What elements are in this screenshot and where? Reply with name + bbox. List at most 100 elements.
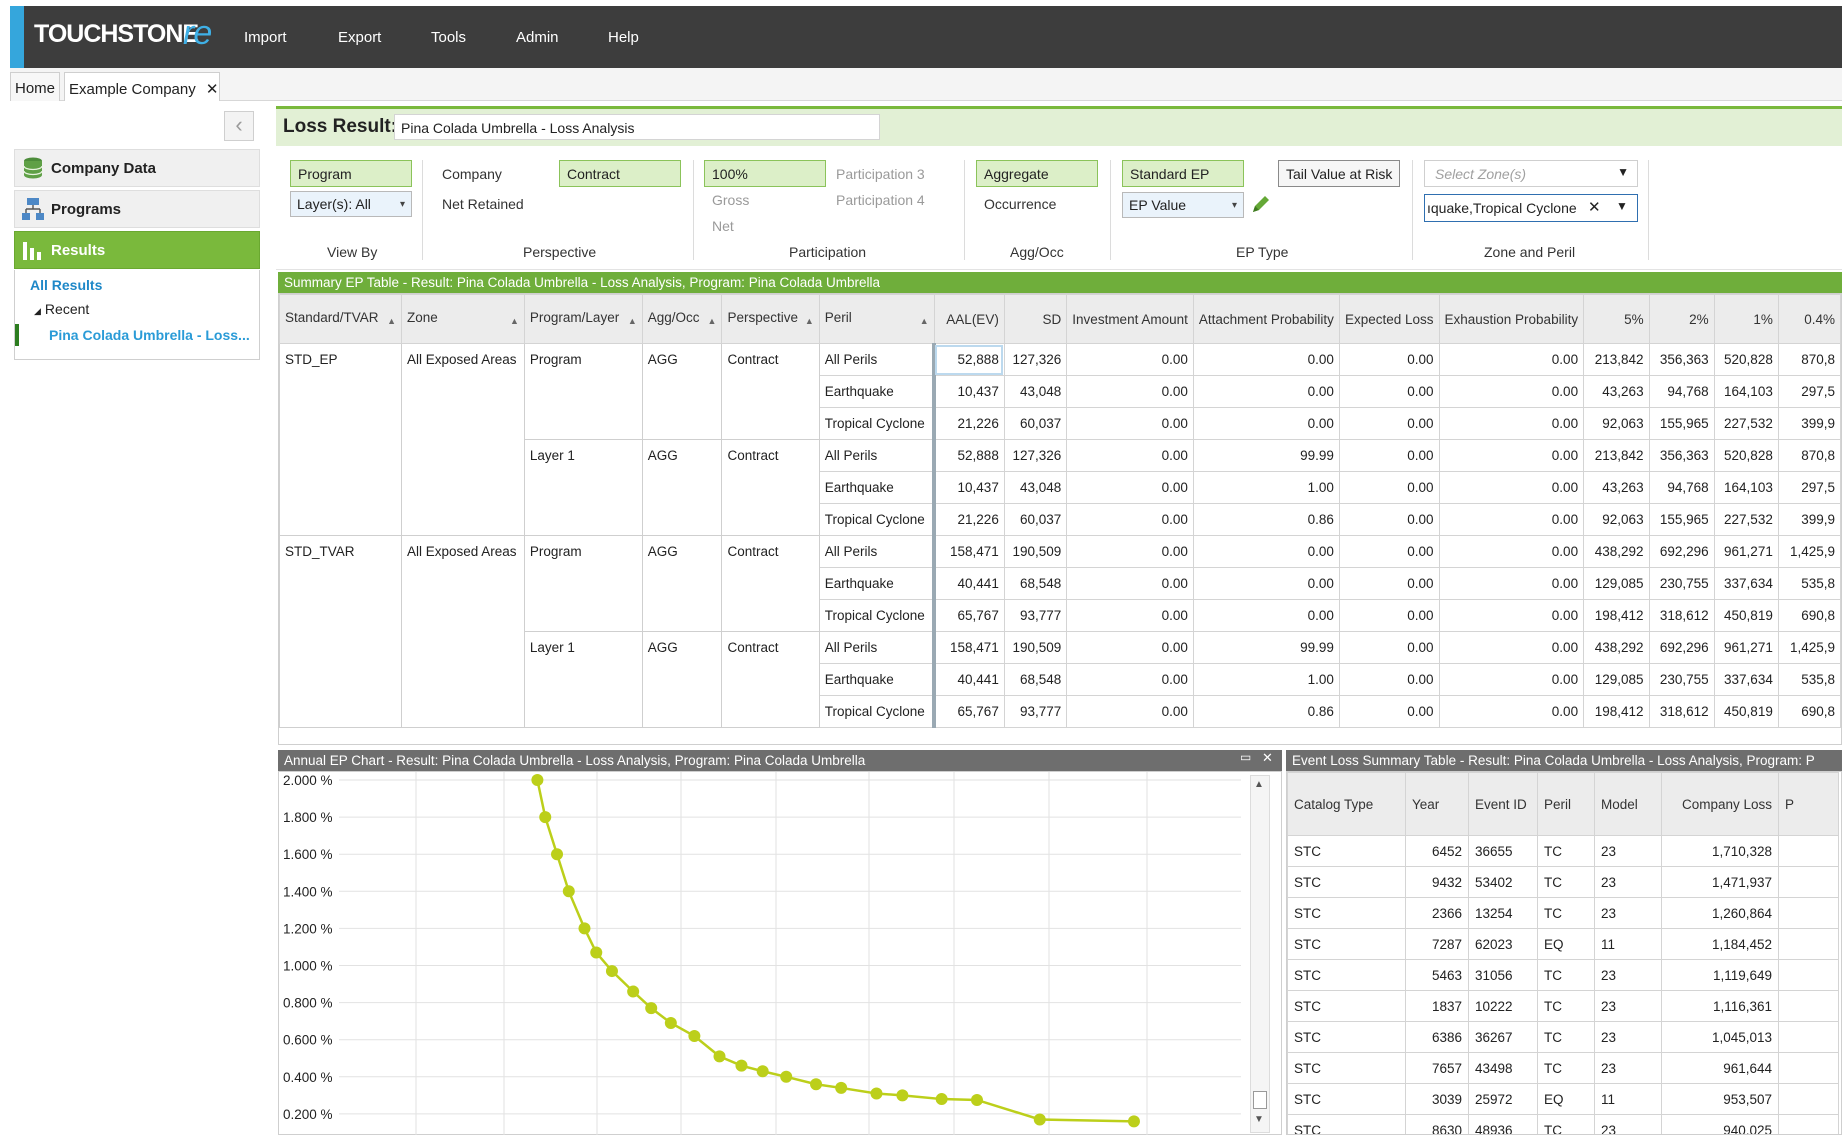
column-header[interactable]: Perspective ▲ <box>721 294 820 344</box>
occurrence-option[interactable]: Occurrence <box>984 196 1056 212</box>
menu-help[interactable]: Help <box>608 29 639 46</box>
sort-arrow-icon[interactable]: ▲ <box>510 313 519 330</box>
column-header[interactable]: Model <box>1594 772 1662 836</box>
table-row[interactable]: STD_EP All Exposed Areas Program AGG Contrac… <box>279 343 1841 536</box>
view-by-program-button[interactable]: Program <box>290 160 412 187</box>
value-cell: 230,755 <box>1648 567 1715 600</box>
table-row[interactable]: STC 9432 53402 TC 23 1,471,937 <box>1287 866 1839 898</box>
table-row[interactable]: STC 1837 10222 TC 23 1,116,361 <box>1287 990 1839 1022</box>
perspective-company-option[interactable]: Company <box>442 166 502 182</box>
sidebar-item-results[interactable]: Results <box>14 231 260 269</box>
table-row[interactable]: STC 6386 36267 TC 23 1,045,013 <box>1287 1021 1839 1053</box>
peril-select[interactable]: ıquake,Tropical Cyclone <box>1424 194 1638 222</box>
close-icon[interactable]: ✕ <box>1262 750 1273 766</box>
sidebar-item-programs[interactable]: Programs <box>14 190 260 228</box>
group-label-agg-occ: Agg/Occ <box>1010 244 1064 260</box>
tail-value-at-risk-button[interactable]: Tail Value at Risk <box>1278 160 1400 187</box>
column-header[interactable]: 5% <box>1583 294 1650 344</box>
column-header[interactable]: SD <box>1003 294 1068 344</box>
table-row[interactable]: STC 7657 43498 TC 23 961,644 <box>1287 1052 1839 1084</box>
tree-recent[interactable]: ◢ Recent <box>34 301 89 317</box>
scroll-down-icon[interactable]: ▼ <box>1254 1114 1264 1125</box>
tab-home[interactable]: Home <box>10 72 60 101</box>
column-header[interactable]: Agg/Occ ▲ <box>641 294 723 344</box>
sidebar-item-company-data[interactable]: Company Data <box>14 149 260 187</box>
agg-occ-cell: AGG <box>641 343 723 440</box>
value-cell: 535,8 <box>1777 567 1841 600</box>
tree-all-results[interactable]: All Results <box>30 277 102 293</box>
table-row[interactable]: STD_TVAR All Exposed Areas Program AGG Contr… <box>279 535 1841 728</box>
sort-arrow-icon[interactable]: ▲ <box>708 313 717 330</box>
column-header[interactable]: Expected Loss <box>1338 294 1440 344</box>
participation-net-option[interactable]: Net <box>712 218 734 234</box>
collapse-sidebar-icon[interactable]: ‹ <box>224 111 254 141</box>
menu-tools[interactable]: Tools <box>431 29 466 46</box>
perspective-contract-button[interactable]: Contract <box>559 160 681 187</box>
minimize-icon[interactable]: ▭ <box>1240 750 1251 764</box>
close-icon[interactable]: ✕ <box>206 81 219 98</box>
loss-result-name-field[interactable]: Pina Colada Umbrella - Loss Analysis <box>394 114 880 140</box>
column-header[interactable]: 2% <box>1648 294 1715 344</box>
scroll-up-icon[interactable]: ▲ <box>1254 779 1264 790</box>
column-header[interactable]: 1% <box>1713 294 1779 344</box>
ep-curve-line <box>536 779 1134 1123</box>
menu-export[interactable]: Export <box>338 29 381 46</box>
column-header[interactable]: Program/Layer ▲ <box>523 294 643 344</box>
column-header[interactable]: Zone ▲ <box>401 294 525 344</box>
column-header[interactable]: Peril <box>1537 772 1595 836</box>
table-row[interactable]: STC 7287 62023 EQ 11 1,184,452 <box>1287 928 1839 960</box>
ep-value-dropdown[interactable]: EP Value ▾ <box>1122 192 1244 218</box>
value-cell: 0.00 <box>1066 535 1194 568</box>
column-header[interactable]: 0.4% <box>1777 294 1841 344</box>
tree-item-pina-colada[interactable]: Pina Colada Umbrella - Loss... <box>49 327 250 343</box>
participation-100-button[interactable]: 100% <box>704 160 826 187</box>
perspective-net-retained-option[interactable]: Net Retained <box>442 196 524 212</box>
column-header[interactable]: AAL(EV) <box>933 294 1005 344</box>
expander-icon[interactable]: ◢ <box>34 306 41 316</box>
column-header[interactable]: Investment Amount <box>1066 294 1194 344</box>
column-header[interactable]: Company Loss <box>1661 772 1779 836</box>
column-header[interactable]: Event ID <box>1468 772 1538 836</box>
column-header[interactable]: Peril ▲ <box>818 294 935 344</box>
column-header[interactable]: P <box>1778 772 1839 836</box>
sort-arrow-icon[interactable]: ▲ <box>628 313 637 330</box>
participation-3-option[interactable]: Participation 3 <box>836 166 925 182</box>
column-header[interactable]: Standard/TVAR ▲ <box>279 294 402 344</box>
zone-select[interactable]: Select Zone(s) ▼ <box>1424 160 1638 187</box>
table-row[interactable]: STC 6452 36655 TC 23 1,710,328 <box>1287 835 1839 867</box>
sort-arrow-icon[interactable]: ▲ <box>920 313 929 330</box>
table-row[interactable]: STC 3039 25972 EQ 11 953,507 <box>1287 1083 1839 1115</box>
menu-admin[interactable]: Admin <box>516 29 559 46</box>
pencil-icon[interactable] <box>1250 193 1272 215</box>
value-cell: 0.00 <box>1338 471 1440 504</box>
dropdown-arrow-icon[interactable]: ▼ <box>1616 199 1628 213</box>
perspective-cell: Contract <box>721 439 820 536</box>
value-cell: 43,048 <box>1003 375 1068 408</box>
data-point <box>1127 1115 1140 1128</box>
event-cell: 6452 <box>1405 835 1469 867</box>
clear-icon[interactable]: ✕ <box>1588 198 1601 216</box>
value-cell: 0.00 <box>1192 599 1340 632</box>
participation-gross-option[interactable]: Gross <box>712 192 749 208</box>
chart-scrollbar[interactable]: ▲ ▼ <box>1250 775 1270 1133</box>
column-header[interactable]: Attachment Probability <box>1192 294 1340 344</box>
table-row[interactable]: STC 5463 31056 TC 23 1,119,649 <box>1287 959 1839 991</box>
sort-arrow-icon[interactable]: ▲ <box>805 313 814 330</box>
tab-example-company[interactable]: Example Company ✕ <box>64 72 220 101</box>
column-header[interactable]: Catalog Type <box>1287 772 1406 836</box>
participation-4-option[interactable]: Participation 4 <box>836 192 925 208</box>
sort-arrow-icon[interactable]: ▲ <box>387 313 396 330</box>
menu-import[interactable]: Import <box>244 29 287 46</box>
table-row[interactable]: STC 8630 48936 TC 23 940,025 <box>1287 1114 1839 1134</box>
data-point <box>590 946 603 959</box>
aggregate-button[interactable]: Aggregate <box>976 160 1098 187</box>
column-header[interactable]: Exhaustion Probability <box>1438 294 1585 344</box>
event-cell: 9432 <box>1405 866 1469 898</box>
scrollbar-thumb[interactable] <box>1253 1091 1267 1109</box>
standard-ep-button[interactable]: Standard EP <box>1122 160 1244 187</box>
column-header[interactable]: Year <box>1405 772 1469 836</box>
layers-dropdown[interactable]: Layer(s): All ▾ <box>290 191 412 217</box>
value-cell: 0.00 <box>1066 407 1194 440</box>
table-row[interactable]: STC 2366 13254 TC 23 1,260,864 <box>1287 897 1839 929</box>
event-loss-table-panel: Catalog Type Year Event ID Peril Model Compan… <box>1286 771 1842 1135</box>
